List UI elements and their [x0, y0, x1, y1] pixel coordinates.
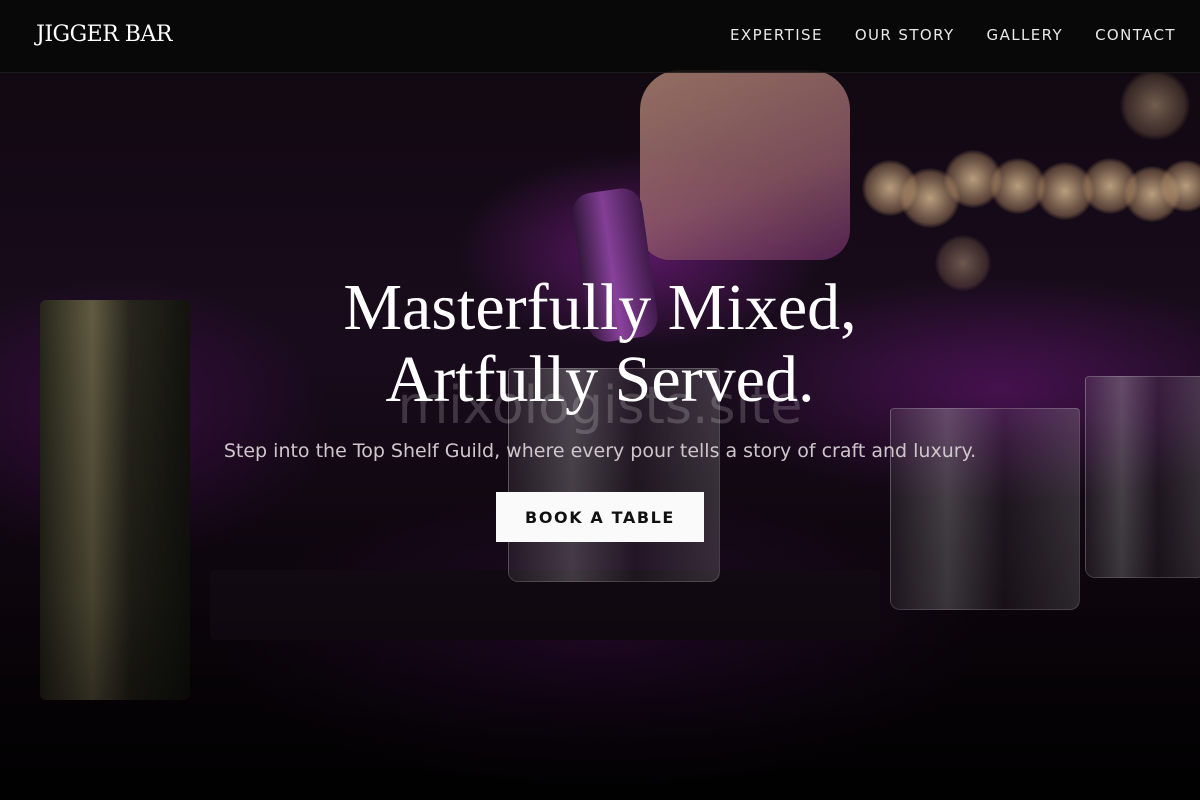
hero-subtitle: Step into the Top Shelf Guild, where eve… — [223, 440, 977, 462]
hero-headline-line-2: Artfully Served. — [385, 343, 815, 416]
top-navigation-bar: JIGGER BAR EXPERTISE OUR STORY GALLERY C… — [0, 0, 1200, 73]
hero-headline: Masterfully Mixed, Artfully Served. — [0, 272, 1200, 416]
nav-link-our-story[interactable]: OUR STORY — [855, 26, 955, 44]
main-nav: EXPERTISE OUR STORY GALLERY CONTACT — [730, 26, 1176, 44]
nav-link-contact[interactable]: CONTACT — [1095, 26, 1176, 44]
nav-link-expertise[interactable]: EXPERTISE — [730, 26, 823, 44]
brand-logo[interactable]: JIGGER BAR — [36, 22, 172, 47]
hero-headline-line-1: Masterfully Mixed, — [343, 271, 857, 344]
nav-link-gallery[interactable]: GALLERY — [987, 26, 1064, 44]
book-a-table-button[interactable]: BOOK A TABLE — [496, 492, 704, 542]
